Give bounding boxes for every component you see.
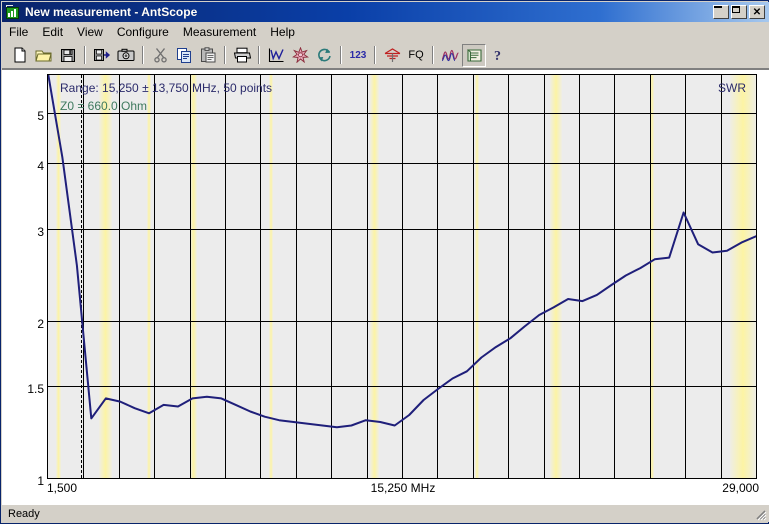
y-tick-label: 3 (37, 224, 44, 239)
antscope-icon (5, 4, 21, 20)
report-icon[interactable] (462, 43, 486, 67)
frequency-icon[interactable]: FQ (404, 44, 428, 67)
export-icon[interactable] (90, 44, 114, 67)
data-table-icon[interactable]: 123 (346, 44, 370, 67)
x-axis-center-label: 15,250 MHz (370, 481, 436, 495)
y-tick-label: 1.5 (27, 381, 44, 396)
y-tick-label: 4 (37, 159, 44, 174)
toolbar: 123 FQ ? (2, 42, 769, 69)
window-controls: ✕ (713, 5, 765, 19)
close-button[interactable]: ✕ (749, 5, 765, 19)
status-text: Ready (8, 507, 40, 520)
menu-item-configure[interactable]: Configure (110, 23, 176, 41)
close-icon: ✕ (752, 6, 762, 18)
antscope-window: New measurement - AntScope ✕ File Edit V… (0, 0, 769, 524)
status-bar: Ready (2, 504, 769, 522)
y-tick-label: 5 (37, 108, 44, 123)
paste-icon[interactable] (196, 44, 220, 67)
resize-grip-icon[interactable] (753, 507, 767, 521)
plot-area[interactable]: Range: 15,250 ± 13,750 MHz, 50 points Z0… (47, 74, 757, 479)
graph-icon[interactable] (264, 44, 288, 67)
menu-item-measurement[interactable]: Measurement (176, 23, 263, 41)
menu-item-view[interactable]: View (70, 23, 110, 41)
range-label: Range: 15,250 ± 13,750 MHz, 50 points (60, 81, 273, 95)
copy-icon[interactable] (172, 44, 196, 67)
save-icon[interactable] (56, 44, 80, 67)
x-axis-max-label: 29,000 (722, 481, 759, 495)
smith-chart-icon[interactable] (288, 44, 312, 67)
swr-label: SWR (718, 81, 746, 95)
multi-swr-icon[interactable] (438, 44, 462, 67)
y-tick-label: 1 (37, 474, 44, 488)
window-title: New measurement - AntScope (25, 5, 198, 19)
menu-bar: File Edit View Configure Measurement Hel… (2, 22, 769, 43)
screenshot-icon[interactable] (114, 44, 138, 67)
maximize-button[interactable] (731, 5, 747, 19)
swr-chart: 5 4 3 2 1.5 1 Range: 15,250 ± 13,750 MHz, 50 … (2, 70, 769, 506)
frequency-label: FQ (408, 49, 424, 61)
chart-client-area: 5 4 3 2 1.5 1 Range: 15,250 ± 13,750 MHz, 50 … (2, 69, 769, 506)
menu-item-edit[interactable]: Edit (35, 23, 70, 41)
help-icon[interactable]: ? (486, 44, 510, 67)
antenna-icon[interactable] (380, 44, 404, 67)
print-icon[interactable] (230, 44, 254, 67)
open-icon[interactable] (32, 44, 56, 67)
x-axis: 1,500 15,250 MHz 29,000 (47, 481, 759, 501)
title-bar: New measurement - AntScope ✕ (2, 2, 769, 22)
z0-label: Z0 = 660.0 Ohm (60, 99, 148, 113)
swr-trace (48, 75, 756, 429)
minimize-button[interactable] (713, 5, 729, 19)
data-table-label: 123 (349, 49, 367, 61)
cut-icon[interactable] (148, 44, 172, 67)
menu-item-file[interactable]: File (2, 23, 35, 41)
refresh-icon[interactable] (312, 44, 336, 67)
new-icon[interactable] (8, 44, 32, 67)
y-tick-label: 2 (37, 316, 44, 331)
svg-text:?: ? (494, 49, 501, 63)
menu-item-help[interactable]: Help (263, 23, 302, 41)
x-axis-min-label: 1,500 (47, 481, 78, 495)
y-axis: 5 4 3 2 1.5 1 (2, 74, 44, 488)
